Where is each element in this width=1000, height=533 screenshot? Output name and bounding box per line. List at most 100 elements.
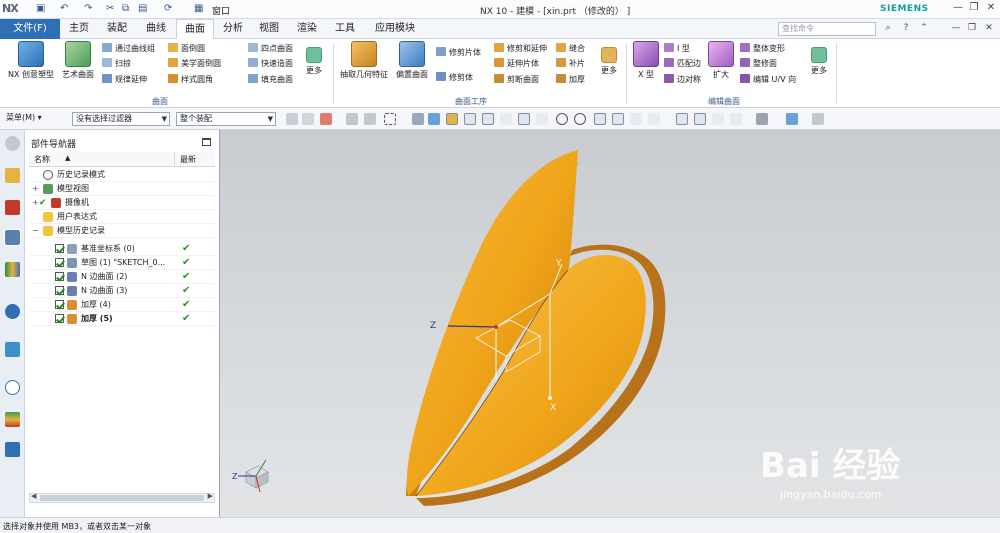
search-icon[interactable]: ⌕ (882, 23, 894, 35)
fill-surface-button[interactable]: 填充曲面 (248, 74, 293, 86)
tab-applications[interactable]: 应用模块 (370, 19, 420, 39)
thicken-button[interactable]: 加厚 (556, 74, 585, 86)
layer-icon[interactable] (648, 113, 660, 125)
restore-icon[interactable]: ❐ (966, 2, 982, 16)
process-studio-icon[interactable] (5, 412, 20, 427)
orient-view-icon[interactable] (786, 113, 798, 125)
history-palette-icon[interactable] (5, 342, 20, 357)
type-filter-select[interactable]: 没有选择过滤器 ▼ (72, 112, 170, 126)
patch-button[interactable]: 补片 (556, 58, 585, 70)
enlarge-button[interactable]: 扩大 (706, 41, 736, 80)
main-menu-button[interactable]: 菜单(M) ▾ (6, 112, 42, 123)
crosshair-icon[interactable] (594, 113, 606, 125)
render-style-icon[interactable] (756, 113, 768, 125)
selection-scope-select[interactable]: 整个装配 ▼ (176, 112, 276, 126)
tab-view[interactable]: 视图 (254, 19, 284, 39)
swept-button[interactable]: 扫掠 (102, 58, 131, 70)
more-operations-button[interactable]: 更多 (596, 41, 622, 76)
tab-surface[interactable]: 曲面 (176, 19, 214, 40)
divide-face-button[interactable]: 剪断曲面 (494, 74, 539, 86)
tree-item-thicken-5[interactable]: 加厚 (5) ✔ (29, 312, 215, 326)
face-icon[interactable] (446, 113, 458, 125)
select-all-icon[interactable] (320, 113, 332, 125)
trim-sheet-button[interactable]: 修剪片体 (436, 47, 481, 59)
window-icon[interactable]: ▦ (194, 3, 203, 16)
point-on-face-icon[interactable] (630, 113, 642, 125)
redo-icon[interactable]: ↷ (84, 3, 92, 16)
visibility-checkbox[interactable] (55, 300, 64, 309)
extract-geometry-button[interactable]: 抽取几何特征 (338, 41, 390, 80)
offset-surface-button[interactable]: 偏置曲面 (392, 41, 432, 80)
refit-face-button[interactable]: 整修面 (740, 58, 777, 70)
tab-home[interactable]: 主页 (64, 19, 94, 39)
global-shaping-button[interactable]: 整体变形 (740, 43, 785, 55)
scroll-right-icon[interactable]: ▶ (208, 492, 213, 500)
visibility-checkbox[interactable] (55, 244, 64, 253)
doc-close-icon[interactable]: ✕ (983, 23, 995, 35)
tree-item-model-views[interactable]: + 模型视图 (29, 182, 215, 196)
tangent-icon[interactable] (518, 113, 530, 125)
snap-icon[interactable] (364, 113, 376, 125)
paste-icon[interactable]: ▤ (138, 3, 147, 16)
zoom-icon[interactable] (694, 113, 706, 125)
edit-uv-direction-button[interactable]: 编辑 U/V 向 (740, 74, 796, 86)
quadrant-icon[interactable] (574, 113, 586, 125)
visibility-checkbox[interactable] (55, 272, 64, 281)
pan-icon[interactable] (730, 113, 742, 125)
expand-icon[interactable]: + (32, 182, 39, 196)
assembly-navigator-icon[interactable] (5, 168, 20, 183)
undo-icon[interactable]: ↶ (60, 3, 68, 16)
command-search-input[interactable]: 查找命令 (778, 22, 876, 36)
horizontal-scrollbar[interactable]: ◀ ▶ (29, 492, 215, 503)
sew-button[interactable]: 缝合 (556, 43, 585, 55)
tree-item-sketch[interactable]: 草图 (1) "SKETCH_0... ✔ (29, 256, 215, 270)
face-blend-button[interactable]: 面倒圆 (168, 43, 205, 55)
tab-render[interactable]: 渲染 (292, 19, 322, 39)
through-curves-button[interactable]: 通过曲线组 (102, 43, 155, 55)
tree-item-thicken-4[interactable]: 加厚 (4) ✔ (29, 298, 215, 312)
law-extension-button[interactable]: 规律延伸 (102, 74, 147, 86)
four-point-surface-button[interactable]: 四点曲面 (248, 43, 293, 55)
more-edit-surface-button[interactable]: 更多 (806, 41, 832, 76)
maximize-icon[interactable] (202, 138, 211, 146)
more-tools-icon[interactable] (812, 113, 824, 125)
file-menu-tab[interactable]: 文件(F) (0, 19, 60, 39)
save-icon[interactable]: ▣ (36, 3, 45, 16)
trim-body-button[interactable]: 修剪体 (436, 72, 473, 84)
tree-item-n-sided-surface-2[interactable]: N 边曲面 (2) ✔ (29, 270, 215, 284)
clock-icon[interactable] (5, 380, 20, 395)
column-name[interactable]: 名称 (34, 154, 50, 165)
tree-item-datum-csys[interactable]: 基准坐标系 (0) ✔ (29, 242, 215, 256)
extend-sheet-button[interactable]: 延伸片体 (494, 58, 539, 70)
tab-tools[interactable]: 工具 (330, 19, 360, 39)
intersection-icon[interactable] (536, 113, 548, 125)
tree-item-user-expressions[interactable]: 用户表达式 (29, 210, 215, 224)
nx-realize-shape-button[interactable]: NX 创意塑型 (6, 41, 56, 80)
aesthetic-face-blend-button[interactable]: 美学面倒圆 (168, 58, 221, 70)
visibility-checkbox[interactable] (55, 314, 64, 323)
tab-assembly[interactable]: 装配 (100, 19, 134, 39)
filter-icon[interactable] (286, 113, 298, 125)
center-point-icon[interactable] (556, 113, 568, 125)
scrollbar-thumb[interactable] (40, 495, 204, 501)
reuse-library-icon[interactable] (5, 262, 20, 277)
constraint-navigator-icon[interactable] (5, 200, 20, 215)
match-edge-button[interactable]: 匹配边 (664, 58, 701, 70)
spline-icon[interactable] (500, 113, 512, 125)
more-surface-button[interactable]: 更多 (300, 41, 328, 76)
visibility-checkbox[interactable] (55, 258, 64, 267)
copy-icon[interactable]: ⧉ (122, 3, 129, 16)
snap-icon[interactable] (346, 113, 358, 125)
edge-icon[interactable] (464, 113, 476, 125)
rapid-surfacing-button[interactable]: 快速造面 (248, 58, 293, 70)
doc-minimize-icon[interactable]: — (950, 23, 962, 35)
tree-item-model-history[interactable]: − 模型历史记录 (29, 224, 215, 238)
rectangle-select-icon[interactable] (384, 113, 396, 125)
filter-icon[interactable] (302, 113, 314, 125)
minimize-icon[interactable]: — (950, 2, 966, 16)
tree-item-n-sided-surface-3[interactable]: N 边曲面 (3) ✔ (29, 284, 215, 298)
feature-icon[interactable] (412, 113, 424, 125)
curve-icon[interactable] (482, 113, 494, 125)
column-latest[interactable]: 最新 (180, 154, 196, 165)
tab-analysis[interactable]: 分析 (218, 19, 248, 39)
